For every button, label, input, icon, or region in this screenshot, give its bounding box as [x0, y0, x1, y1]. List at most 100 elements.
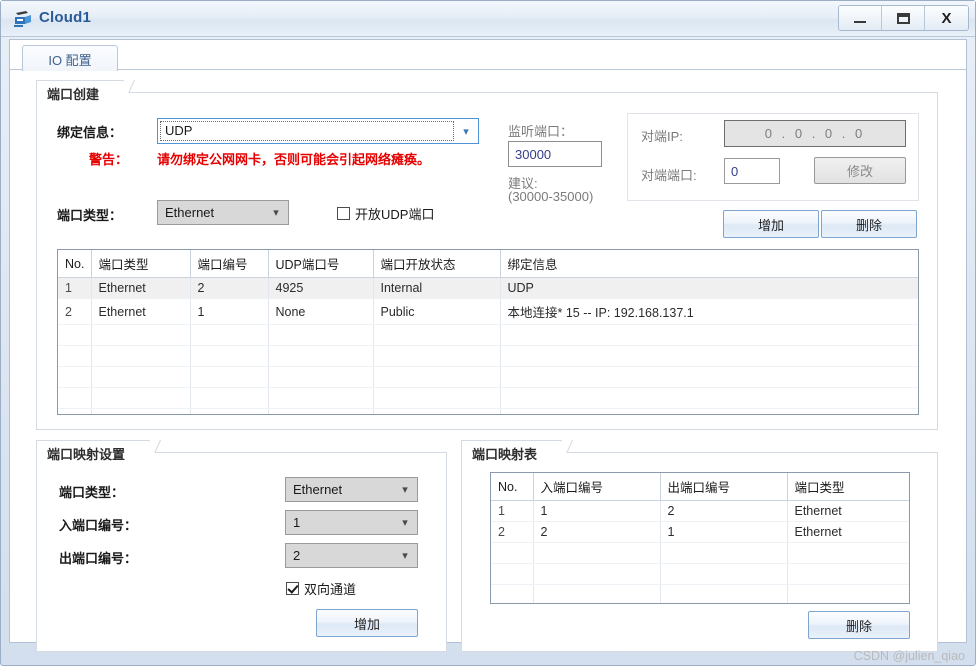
window-controls: X [838, 5, 969, 31]
tab-strip: IO 配置 [10, 40, 966, 71]
table-cell: 1 [491, 500, 534, 522]
table-cell: 1 [190, 298, 269, 325]
table-cell [268, 324, 374, 346]
listen-port-label: 监听端口： [508, 124, 574, 139]
minimize-button[interactable] [839, 6, 882, 30]
table-cell [91, 387, 191, 409]
table-row-empty[interactable] [491, 563, 909, 585]
close-button[interactable]: X [925, 6, 968, 30]
table-cell [190, 408, 269, 414]
column-header[interactable]: 端口类型 [91, 250, 191, 278]
table-cell [533, 584, 661, 603]
add-port-button-label: 增加 [757, 217, 784, 233]
peer-port-label: 对端端口: [641, 168, 697, 183]
column-header[interactable]: No. [58, 250, 92, 278]
table-row-empty[interactable] [58, 408, 918, 414]
port-type-label: 端口类型： [57, 208, 123, 223]
group-port-create-title: 端口创建 [36, 80, 135, 105]
mapping-add-button[interactable]: 增加 [316, 609, 418, 637]
table-cell [190, 345, 269, 367]
titlebar: Cloud1 X [1, 1, 975, 37]
column-header[interactable]: 端口编号 [190, 250, 269, 278]
close-icon: X [941, 9, 952, 27]
binding-info-value: UDP [160, 121, 454, 141]
table-cell: 1 [58, 277, 92, 299]
column-header[interactable]: 出端口编号 [660, 473, 788, 501]
watermark: CSDN @julien_qiao [853, 649, 965, 663]
column-header[interactable]: UDP端口号 [268, 250, 374, 278]
mapping-add-button-label: 增加 [353, 616, 380, 632]
modify-button-label: 修改 [846, 164, 873, 179]
bidirectional-checkbox[interactable]: 双向通道 [286, 579, 356, 598]
column-header[interactable]: 绑定信息 [500, 250, 918, 278]
bidirectional-label: 双向通道 [304, 582, 357, 597]
mapping-out-port-value: 2 [293, 548, 301, 563]
mapping-port-type-label: 端口类型： [59, 485, 125, 500]
maximize-icon [896, 12, 910, 24]
delete-port-button-label: 删除 [855, 217, 882, 233]
mapping-in-port-combobox[interactable]: 1 ▾ [285, 510, 418, 535]
peer-port-value: 0 [731, 163, 739, 179]
table-cell: Ethernet [91, 277, 191, 299]
table-row[interactable]: 2 Ethernet 1 None Public 本地连接* 15 -- IP: 192.… [58, 298, 918, 325]
table-row-empty[interactable] [491, 584, 909, 603]
table-cell [660, 563, 788, 585]
port-type-combobox[interactable]: Ethernet ▾ [157, 200, 289, 225]
table-cell [91, 324, 191, 346]
peer-port-input[interactable]: 0 [724, 158, 780, 184]
binding-info-combobox[interactable]: UDP ▾ [157, 118, 479, 144]
open-udp-port-checkbox[interactable]: 开放UDP端口 [337, 204, 434, 223]
table-row[interactable]: 2 2 1 Ethernet [491, 521, 909, 543]
table-cell [190, 324, 269, 346]
column-header[interactable]: 端口类型 [787, 473, 909, 501]
table-row-empty[interactable] [58, 324, 918, 346]
maximize-button[interactable] [882, 6, 925, 30]
mapping-table-grid: No. 入端口编号 出端口编号 端口类型 1 1 2 Ethernet 2 2 1 Ethernet [491, 473, 909, 603]
mapping-out-port-combobox[interactable]: 2 ▾ [285, 543, 418, 568]
mapping-port-type-combobox[interactable]: Ethernet ▾ [285, 477, 418, 502]
table-row-empty[interactable] [491, 542, 909, 564]
table-cell: 2 [491, 521, 534, 543]
mapping-table-header-row: No. 入端口编号 出端口编号 端口类型 [491, 473, 909, 501]
mapping-in-port-label: 入端口编号： [59, 518, 138, 533]
table-cell [268, 345, 374, 367]
table-cell [787, 563, 909, 585]
table-row[interactable]: 1 Ethernet 2 4925 Internal UDP [58, 277, 918, 299]
table-cell [91, 345, 191, 367]
table-cell: 本地连接* 15 -- IP: 192.168.137.1 [500, 298, 918, 325]
modify-button[interactable]: 修改 [814, 157, 906, 184]
delete-port-button[interactable]: 删除 [821, 210, 917, 238]
column-header[interactable]: 端口开放状态 [373, 250, 501, 278]
table-cell [373, 408, 501, 414]
mapping-delete-button[interactable]: 删除 [808, 611, 910, 639]
table-row[interactable]: 1 1 2 Ethernet [491, 500, 909, 522]
chevron-down-icon: ▾ [273, 207, 279, 219]
table-cell [491, 563, 534, 585]
add-port-button[interactable]: 增加 [723, 210, 819, 238]
table-cell [58, 324, 92, 346]
table-cell [58, 345, 92, 367]
tab-io-config[interactable]: IO 配置 [22, 45, 118, 71]
port-type-value: Ethernet [165, 205, 215, 220]
table-cell: Public [373, 298, 501, 325]
column-header[interactable]: 入端口编号 [533, 473, 661, 501]
table-row-empty[interactable] [58, 366, 918, 388]
table-cell [190, 366, 269, 388]
listen-port-input[interactable]: 30000 [508, 141, 602, 167]
table-cell [373, 345, 501, 367]
table-cell [533, 542, 661, 564]
peer-panel: 对端IP: 0 . 0 . 0 . 0 对端端口: 0 修改 [627, 113, 919, 201]
cloud-device-icon [12, 8, 34, 30]
chevron-down-icon: ▾ [463, 125, 469, 138]
client-area: IO 配置 端口创建 绑定信息： UDP ▾ 警告： 请勿绑定公网网卡，否则可能… [9, 39, 967, 652]
table-cell [500, 408, 918, 414]
table-cell [190, 387, 269, 409]
port-table[interactable]: No. 端口类型 端口编号 UDP端口号 端口开放状态 绑定信息 1 Ethernet 2 49… [57, 249, 919, 415]
table-cell [373, 366, 501, 388]
mapping-table[interactable]: No. 入端口编号 出端口编号 端口类型 1 1 2 Ethernet 2 2 1 Ethernet [490, 472, 910, 604]
column-header[interactable]: No. [491, 473, 534, 501]
table-cell [500, 345, 918, 367]
table-row-empty[interactable] [58, 387, 918, 409]
table-row-empty[interactable] [58, 345, 918, 367]
group-mapping-settings: 端口映射设置 端口类型： Ethernet ▾ 入端口编号： 1 ▾ 出端口编号… [36, 440, 447, 652]
